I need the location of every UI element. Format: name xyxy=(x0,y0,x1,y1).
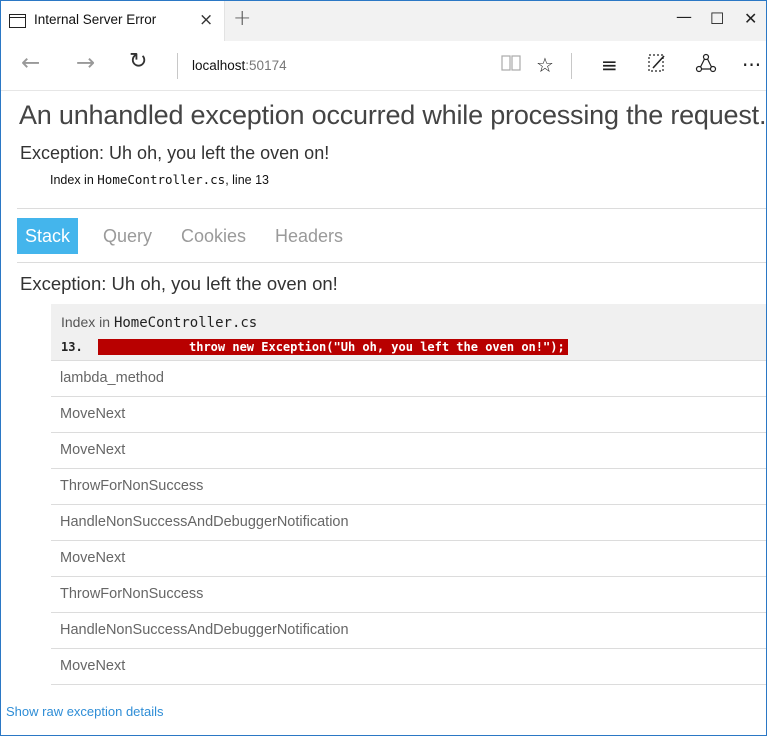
stack-frame[interactable]: MoveNext xyxy=(51,433,766,469)
share-icon[interactable] xyxy=(695,53,717,78)
stack-exception-title: Exception: Uh oh, you left the oven on! xyxy=(20,273,338,294)
maximize-icon[interactable]: ☐ xyxy=(710,9,724,28)
url-port: :50174 xyxy=(245,58,287,73)
stack-frames: Index in HomeController.cs 13. throw new… xyxy=(51,304,766,685)
address-bar[interactable]: localhost:50174 xyxy=(192,58,287,73)
stack-frame[interactable]: HandleNonSuccessAndDebuggerNotification xyxy=(51,505,766,541)
refresh-icon[interactable]: ↻ xyxy=(129,49,147,74)
divider xyxy=(17,208,766,209)
toolbar-separator xyxy=(571,53,572,79)
tab-strip: Internal Server Error × + — ☐ ✕ xyxy=(1,1,766,41)
frame-source-file: HomeController.cs xyxy=(113,315,258,331)
address-separator xyxy=(177,53,178,79)
exception-location: Index in HomeController.cs, line 13 xyxy=(50,172,269,187)
location-file: HomeController.cs xyxy=(97,172,226,187)
browser-tab[interactable]: Internal Server Error × xyxy=(1,1,225,41)
url-host: localhost xyxy=(192,58,246,73)
reading-view-icon[interactable] xyxy=(501,55,521,76)
minimize-icon[interactable]: — xyxy=(676,7,692,26)
more-icon[interactable]: ··· xyxy=(742,53,761,77)
share-glyph xyxy=(695,53,717,73)
stack-frame[interactable]: MoveNext xyxy=(51,649,766,685)
location-suffix: , line 13 xyxy=(225,173,269,187)
new-tab-icon[interactable]: + xyxy=(233,6,251,31)
page-title: An unhandled exception occurred while pr… xyxy=(19,100,767,130)
stack-frame[interactable]: MoveNext xyxy=(51,397,766,433)
window-close-icon[interactable]: ✕ xyxy=(744,9,757,28)
code-line-number: 13. xyxy=(61,340,83,354)
stack-frame[interactable]: HandleNonSuccessAndDebuggerNotification xyxy=(51,613,766,649)
back-arrow-icon[interactable]: ← xyxy=(21,50,40,76)
tab-title: Internal Server Error xyxy=(34,12,157,27)
stack-frame[interactable]: ThrowForNonSuccess xyxy=(51,577,766,613)
frame-source-label: Index in HomeController.cs xyxy=(61,314,257,331)
tab-page-icon xyxy=(9,14,26,28)
stack-frame[interactable]: ThrowForNonSuccess xyxy=(51,469,766,505)
stack-frame[interactable]: MoveNext xyxy=(51,541,766,577)
source-code-line: 13. throw new Exception("Uh oh, you left… xyxy=(61,339,568,355)
tab-headers[interactable]: Headers xyxy=(267,218,351,254)
stack-frame[interactable]: lambda_method xyxy=(51,361,766,397)
tab-close-icon[interactable]: × xyxy=(199,10,213,30)
page-content: An unhandled exception occurred while pr… xyxy=(1,92,766,736)
reading-view-glyph xyxy=(501,55,521,71)
hub-icon[interactable]: ≡ xyxy=(601,53,618,77)
navigation-bar: ← → ↻ localhost:50174 ☆ ≡ ··· xyxy=(1,41,766,91)
exception-message: Exception: Uh oh, you left the oven on! xyxy=(20,143,330,163)
star-icon[interactable]: ☆ xyxy=(536,53,554,77)
browser-window: Internal Server Error × + — ☐ ✕ ← → ↻ lo… xyxy=(0,0,767,736)
show-raw-exception-link[interactable]: Show raw exception details xyxy=(6,704,164,719)
divider xyxy=(17,262,766,263)
forward-arrow-icon[interactable]: → xyxy=(76,50,95,76)
location-prefix: Index in xyxy=(50,173,98,187)
web-note-glyph xyxy=(648,54,665,72)
stack-frame-source[interactable]: Index in HomeController.cs 13. throw new… xyxy=(51,304,766,361)
tab-cookies[interactable]: Cookies xyxy=(173,218,254,254)
code-line-text: throw new Exception("Uh oh, you left the… xyxy=(98,339,568,355)
web-note-icon[interactable] xyxy=(647,53,667,78)
tab-stack[interactable]: Stack xyxy=(17,218,79,254)
tab-query[interactable]: Query xyxy=(95,218,160,254)
frame-source-prefix: Index in xyxy=(61,314,114,330)
